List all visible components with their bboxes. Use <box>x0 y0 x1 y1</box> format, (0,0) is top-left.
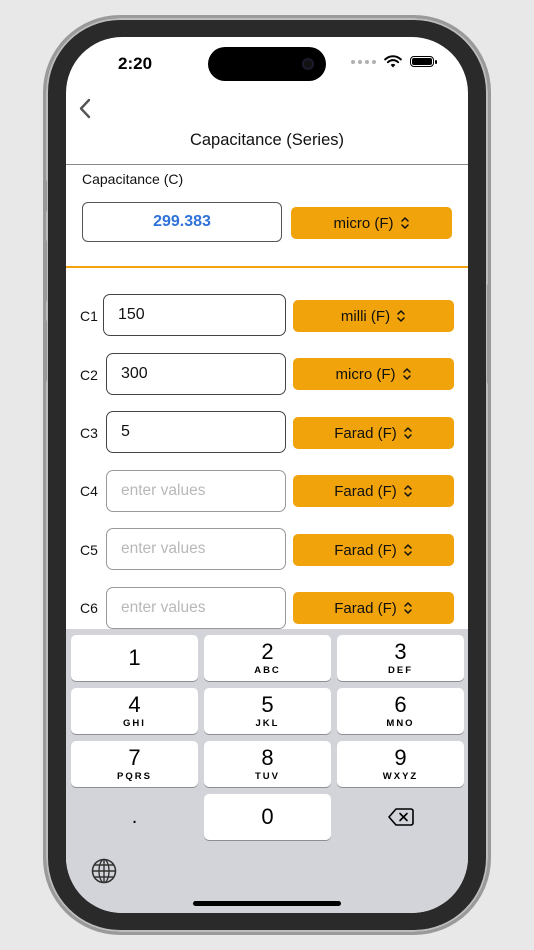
cellular-signal-icon <box>351 59 376 64</box>
power-button <box>487 284 491 384</box>
key-3[interactable]: 3 DEF <box>337 635 464 681</box>
volume-up-button <box>43 240 47 302</box>
key-5[interactable]: 5 JKL <box>204 688 331 734</box>
delete-left-icon <box>387 808 414 826</box>
capacitor-input-c3[interactable]: 5 <box>106 411 286 453</box>
input-label-c4: C4 <box>80 483 98 499</box>
key-decimal[interactable]: . <box>71 794 198 840</box>
unit-selector-c1[interactable]: milli (F) <box>293 300 454 332</box>
globe-icon[interactable] <box>90 857 118 885</box>
capacitor-input-c1[interactable]: 150 <box>103 294 286 336</box>
result-label: Capacitance (C) <box>82 171 184 187</box>
key-delete[interactable] <box>337 794 464 840</box>
input-label-c2: C2 <box>80 367 98 383</box>
app-screen: 2:20 Capacitance (Series) Capacitance (C… <box>66 37 468 913</box>
key-2-letters: ABC <box>254 664 281 676</box>
input-label-c1: C1 <box>80 308 98 324</box>
unit-selector-c5[interactable]: Farad (F) <box>293 534 454 566</box>
key-6[interactable]: 6 MNO <box>337 688 464 734</box>
input-label-c5: C5 <box>80 542 98 558</box>
input-label-c3: C3 <box>80 425 98 441</box>
key-5-number: 5 <box>261 691 274 717</box>
back-chevron-icon[interactable] <box>74 95 102 123</box>
capacitor-input-c2[interactable]: 300 <box>106 353 286 395</box>
key-9[interactable]: 9 WXYZ <box>337 741 464 787</box>
chevron-up-down-icon <box>404 485 412 497</box>
result-unit-selector[interactable]: micro (F) <box>291 207 452 239</box>
chevron-up-down-icon <box>400 217 409 229</box>
chevron-up-down-icon <box>397 310 405 322</box>
key-6-letters: MNO <box>386 717 415 729</box>
result-value-field: 299.383 <box>82 202 282 242</box>
key-4[interactable]: 4 GHI <box>71 688 198 734</box>
chevron-up-down-icon <box>404 602 412 614</box>
unit-label-c6: Farad (F) <box>334 599 397 617</box>
section-divider <box>66 266 468 268</box>
action-button <box>43 180 47 212</box>
key-2[interactable]: 2 ABC <box>204 635 331 681</box>
capacitor-input-c4[interactable]: enter values <box>106 470 286 512</box>
chevron-up-down-icon <box>404 427 412 439</box>
volume-down-button <box>43 320 47 382</box>
key-0-number: 0 <box>261 804 274 829</box>
key-9-number: 9 <box>394 744 407 770</box>
key-3-number: 3 <box>394 638 407 664</box>
dynamic-island <box>208 47 326 81</box>
unit-selector-c6[interactable]: Farad (F) <box>293 592 454 624</box>
unit-label-c2: micro (F) <box>335 365 396 383</box>
unit-label-c1: milli (F) <box>340 307 391 325</box>
key-2-number: 2 <box>261 638 274 664</box>
result-unit-label: micro (F) <box>333 214 394 232</box>
key-4-number: 4 <box>128 691 141 717</box>
key-9-letters: WXYZ <box>382 770 419 782</box>
wifi-icon <box>384 55 402 68</box>
input-label-c6: C6 <box>80 600 98 616</box>
camera-icon <box>302 58 314 70</box>
numeric-keyboard: 1 2 ABC 3 DEF 4 GHI 5 JKL 6 MNO 7 PQRS 8… <box>66 629 468 913</box>
key-8[interactable]: 8 TUV <box>204 741 331 787</box>
status-icons <box>351 55 437 68</box>
home-indicator <box>193 901 341 906</box>
key-8-number: 8 <box>261 744 274 770</box>
page-title: Capacitance (Series) <box>189 131 345 149</box>
unit-selector-c3[interactable]: Farad (F) <box>293 417 454 449</box>
status-time: 2:20 <box>118 54 153 73</box>
key-3-letters: DEF <box>388 664 413 676</box>
key-0[interactable]: 0 <box>204 794 331 840</box>
key-8-letters: TUV <box>255 770 280 782</box>
key-4-letters: GHI <box>123 717 146 729</box>
chevron-up-down-icon <box>404 544 412 556</box>
capacitor-input-c6[interactable]: enter values <box>106 587 286 629</box>
key-decimal-symbol: . <box>131 806 138 828</box>
key-7-number: 7 <box>128 744 141 770</box>
key-1-number: 1 <box>128 645 141 670</box>
unit-label-c5: Farad (F) <box>334 541 397 559</box>
battery-icon <box>410 56 437 67</box>
unit-label-c3: Farad (F) <box>334 424 397 442</box>
key-7-letters: PQRS <box>117 770 152 782</box>
key-1[interactable]: 1 <box>71 635 198 681</box>
header-divider <box>66 164 468 165</box>
key-7[interactable]: 7 PQRS <box>71 741 198 787</box>
capacitor-input-c5[interactable]: enter values <box>106 528 286 570</box>
unit-label-c4: Farad (F) <box>334 482 397 500</box>
unit-selector-c4[interactable]: Farad (F) <box>293 475 454 507</box>
chevron-up-down-icon <box>402 368 411 380</box>
unit-selector-c2[interactable]: micro (F) <box>293 358 454 390</box>
key-6-number: 6 <box>394 691 407 717</box>
key-5-letters: JKL <box>255 717 280 729</box>
